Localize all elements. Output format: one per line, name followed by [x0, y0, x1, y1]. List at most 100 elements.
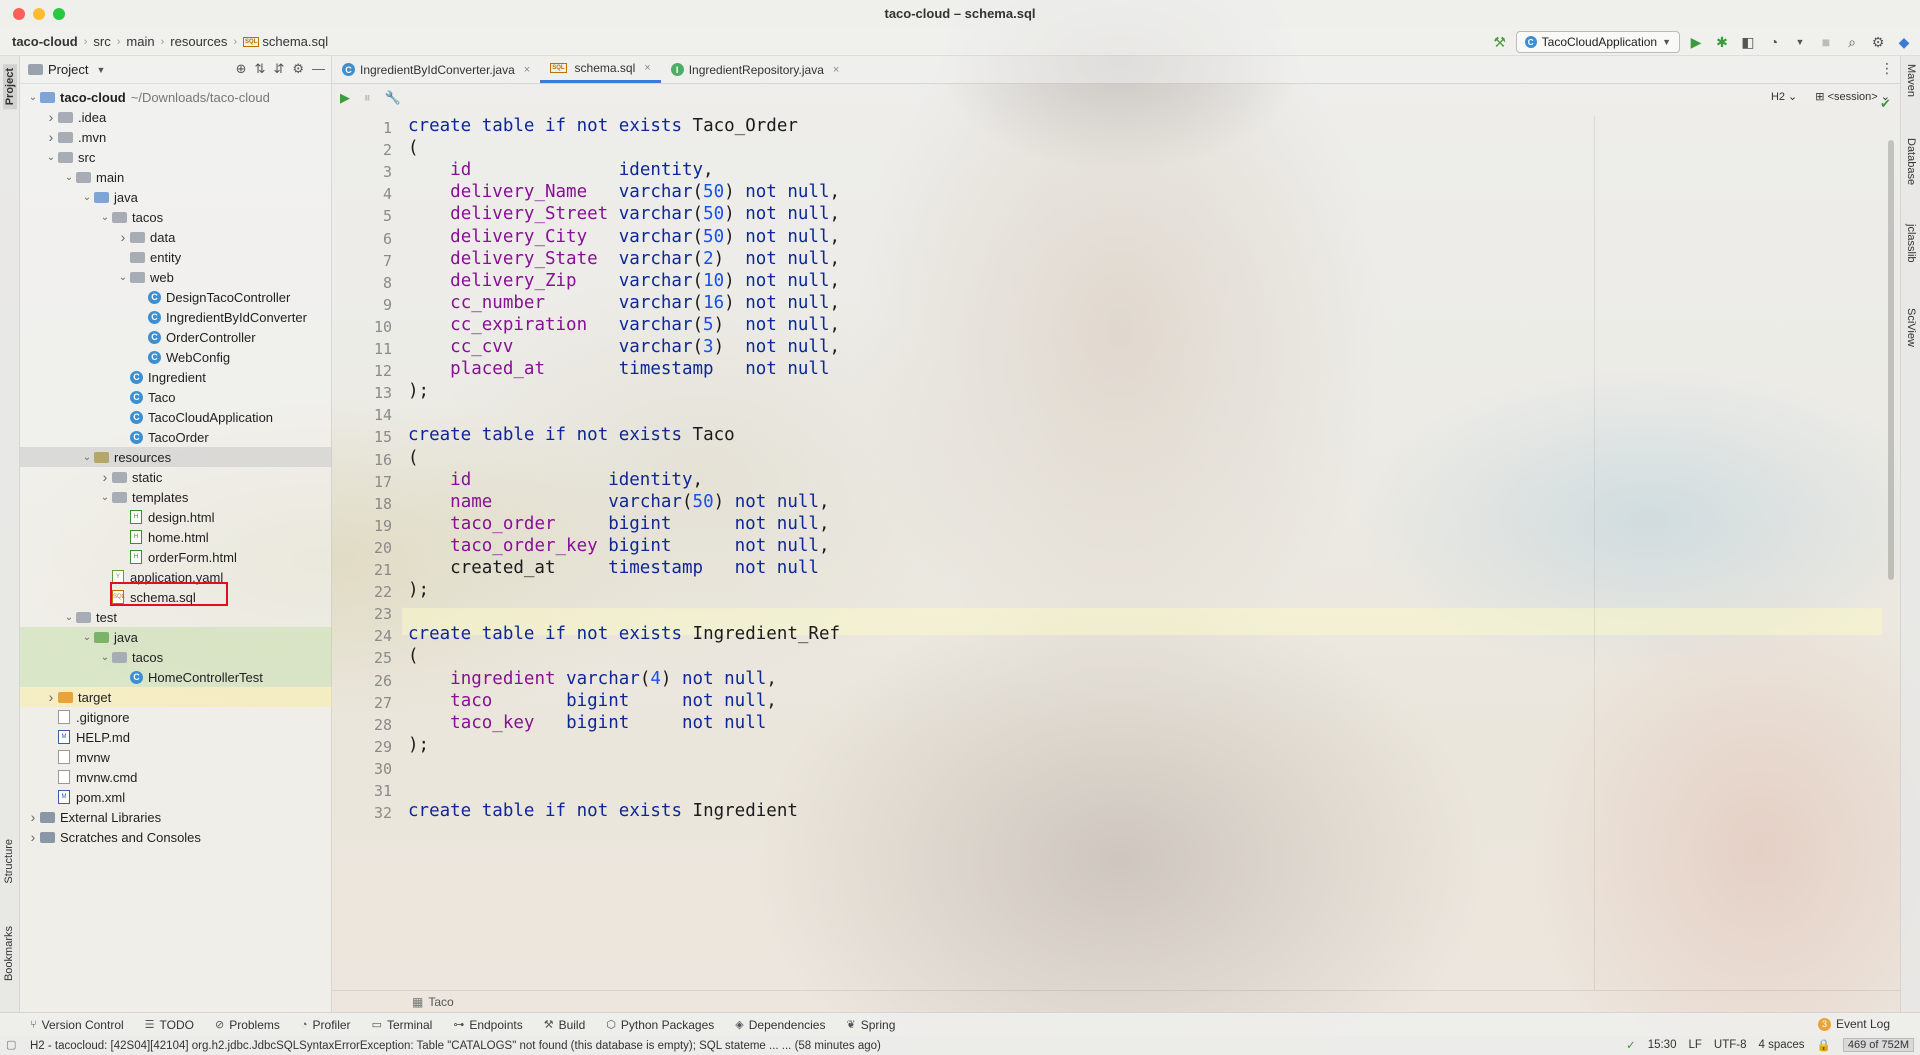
code-line[interactable]: taco_order bigint not null, [408, 514, 829, 534]
code-line[interactable]: id identity, [408, 160, 713, 180]
tree-item[interactable]: HorderForm.html [20, 547, 332, 567]
tree-item[interactable]: ⌄ tacos [20, 207, 332, 227]
tree-item[interactable]: ⌄ java [20, 627, 332, 647]
bookmarks-tool-button[interactable]: Bookmarks [3, 926, 15, 981]
tool-window-button[interactable]: ◈ Dependencies [725, 1018, 836, 1032]
code-line[interactable]: delivery_Name varchar(50) not null, [408, 182, 840, 202]
tree-item[interactable]: mvnw [20, 747, 332, 767]
code-line[interactable]: cc_expiration varchar(5) not null, [408, 315, 840, 335]
tree-item[interactable]: ⌄ main [20, 167, 332, 187]
run-configuration-select[interactable]: C TacoCloudApplication ▼ [1515, 31, 1680, 53]
tree-item[interactable]: C IngredientByIdConverter [20, 307, 332, 327]
code-line[interactable]: cc_cvv varchar(3) not null, [408, 337, 840, 357]
locate-target-icon[interactable]: ⊕ [236, 61, 247, 77]
indent-setting[interactable]: 4 spaces [1758, 1039, 1804, 1051]
lock-icon[interactable]: 🔒 [1817, 1038, 1831, 1052]
jclasslib-tool-button[interactable]: jclasslib [1905, 224, 1917, 263]
code-line[interactable]: taco_key bigint not null [408, 713, 766, 733]
tree-item[interactable]: mvnw.cmd [20, 767, 332, 787]
chevron-right-icon[interactable]: › [116, 229, 130, 245]
breadcrumb-main[interactable]: main [122, 34, 158, 49]
tool-window-button[interactable]: ▭ Terminal [362, 1018, 444, 1032]
tool-window-button[interactable]: ⊘ Problems [205, 1018, 291, 1032]
search-icon[interactable]: ⌕ [1842, 32, 1862, 52]
hide-panel-icon[interactable]: — [312, 61, 325, 77]
tool-window-button[interactable]: ⬡ Python Packages [596, 1018, 725, 1032]
status-message[interactable]: H2 - tacocloud: [42S04][42104] org.h2.jd… [30, 1040, 881, 1052]
code-line[interactable]: ingredient varchar(4) not null, [408, 669, 777, 689]
chevron-down-icon[interactable]: ⌄ [26, 92, 40, 103]
tree-item[interactable]: ⌄ resources [20, 447, 332, 467]
database-tool-button[interactable]: Database [1905, 138, 1917, 185]
profile-icon[interactable]: ◔ [1764, 32, 1784, 52]
tool-window-button[interactable]: ☰ TODO [135, 1018, 205, 1032]
options-gear-icon[interactable]: ⚙ [292, 61, 304, 77]
code-line[interactable]: id identity, [408, 470, 703, 490]
more-run-chevron-icon[interactable]: ▼ [1790, 32, 1810, 52]
tree-item[interactable]: ⌄ java [20, 187, 332, 207]
code-line[interactable]: placed_at timestamp not null [408, 359, 829, 379]
editor-tab[interactable]: I IngredientRepository.java × [661, 56, 850, 83]
code-line[interactable]: delivery_Zip varchar(10) not null, [408, 271, 840, 291]
stop-icon[interactable]: ■ [1816, 32, 1836, 52]
tree-item[interactable]: Hdesign.html [20, 507, 332, 527]
code-line[interactable]: create table if not exists Taco_Order [408, 116, 798, 136]
code-editor[interactable]: create table if not exists Taco_Order( i… [402, 116, 1882, 990]
tree-item[interactable]: ⌄ src [20, 147, 332, 167]
debug-icon[interactable]: ✱ [1712, 32, 1732, 52]
project-tool-button[interactable]: Project [3, 64, 17, 110]
tree-item[interactable]: C DesignTacoController [20, 287, 332, 307]
tree-item[interactable]: C Ingredient [20, 367, 332, 387]
file-encoding[interactable]: UTF-8 [1714, 1039, 1747, 1051]
inspection-ok-check-icon[interactable]: ✔ [1880, 96, 1891, 112]
close-tab-icon[interactable]: × [833, 64, 839, 76]
breadcrumb-src[interactable]: src [89, 34, 114, 49]
editor-breadcrumb-label[interactable]: Taco [428, 995, 453, 1009]
tree-item[interactable]: ⌄ tacos [20, 647, 332, 667]
close-window-button[interactable] [13, 8, 25, 20]
editor-tab[interactable]: C IngredientByIdConverter.java × [332, 56, 540, 83]
code-line[interactable]: create table if not exists Ingredient [408, 801, 798, 821]
tree-item[interactable]: C OrderController [20, 327, 332, 347]
memory-indicator[interactable]: 469 of 752M [1842, 1038, 1914, 1052]
close-tab-icon[interactable]: × [524, 64, 530, 76]
cancel-query-icon[interactable]: ⏸ [364, 90, 371, 106]
tree-item[interactable]: entity [20, 247, 332, 267]
jetbrains-toolbox-icon[interactable]: ◆ [1894, 32, 1914, 52]
code-line[interactable]: delivery_State varchar(2) not null, [408, 249, 840, 269]
code-line[interactable]: ( [408, 138, 419, 158]
chevron-right-icon[interactable]: › [26, 829, 40, 845]
tree-item[interactable]: › static [20, 467, 332, 487]
coverage-icon[interactable]: ◧ [1738, 32, 1758, 52]
build-hammer-icon[interactable]: ⚒ [1490, 32, 1510, 52]
tree-item[interactable]: ⌄ test [20, 607, 332, 627]
tree-item[interactable]: ⌄ web [20, 267, 332, 287]
tree-item[interactable]: ⌄ taco-cloud ~/Downloads/taco-cloud [20, 87, 332, 107]
breadcrumb-resources[interactable]: resources [166, 34, 231, 49]
tool-window-button[interactable]: ❦ Spring [836, 1018, 906, 1032]
sciview-tool-button[interactable]: SciView [1905, 308, 1917, 347]
chevron-down-icon[interactable]: ⌄ [98, 492, 112, 503]
chevron-down-icon[interactable]: ⌄ [62, 612, 76, 623]
breadcrumb-project[interactable]: taco-cloud [0, 34, 82, 49]
tree-item[interactable]: › .idea [20, 107, 332, 127]
wrench-settings-icon[interactable]: 🔧 [385, 90, 401, 106]
vcs-check-icon[interactable]: ✓ [1626, 1038, 1636, 1052]
tool-window-button[interactable]: ⚒ Build [534, 1018, 597, 1032]
code-line[interactable]: ); [408, 735, 429, 755]
tree-item[interactable]: M HELP.md [20, 727, 332, 747]
run-icon[interactable]: ▶ [1686, 32, 1706, 52]
chevron-right-icon[interactable]: › [98, 469, 112, 485]
tree-item[interactable]: ⌄ templates [20, 487, 332, 507]
settings-gear-icon[interactable]: ⚙ [1868, 32, 1888, 52]
breadcrumb-file[interactable]: SQL schema.sql [239, 34, 332, 49]
caret-position[interactable]: 15:30 [1648, 1039, 1677, 1051]
expand-all-icon[interactable]: ⇅ [255, 61, 266, 77]
tree-item[interactable]: › data [20, 227, 332, 247]
chevron-right-icon[interactable]: › [44, 689, 58, 705]
status-panel-toggle-icon[interactable]: ▢ [6, 1038, 16, 1051]
collapse-all-icon[interactable]: ⇵ [273, 61, 284, 77]
editor-tab[interactable]: SQL schema.sql × [540, 56, 661, 83]
tree-item[interactable]: C Taco [20, 387, 332, 407]
tabs-menu-icon[interactable]: ⋮ [1880, 60, 1894, 77]
